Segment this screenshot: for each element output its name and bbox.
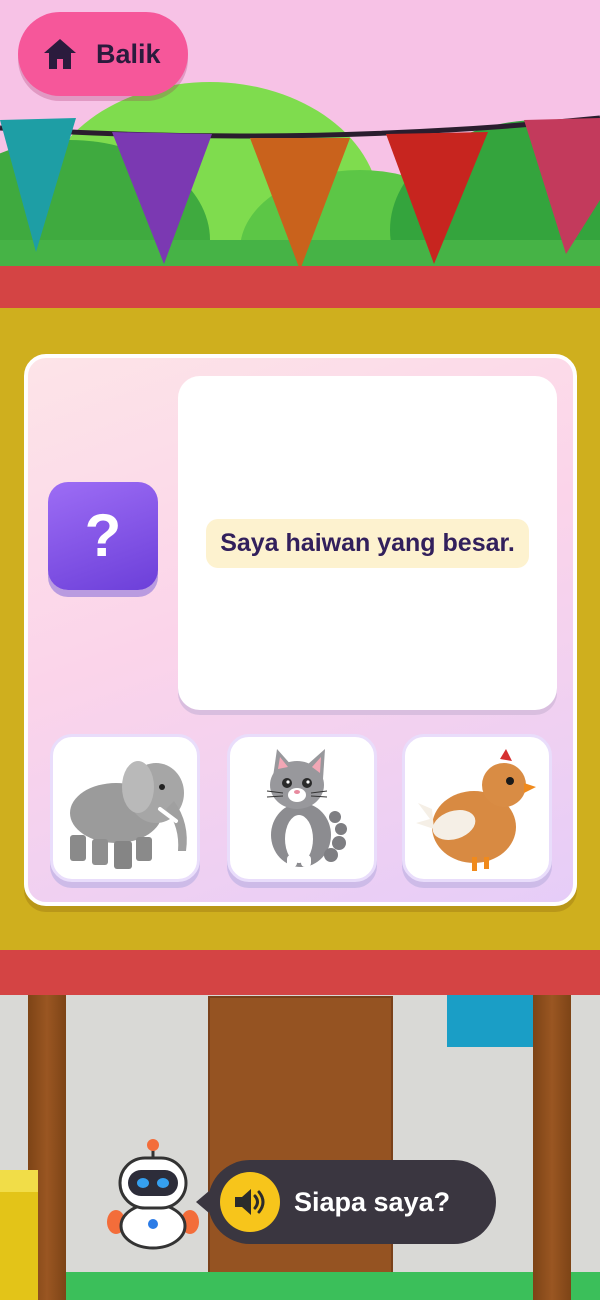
question-text: Saya haiwan yang besar. <box>206 518 529 568</box>
chicken-icon <box>416 749 536 871</box>
question-card: ? Saya haiwan yang besar. <box>24 354 577 906</box>
flag-orange <box>250 138 350 270</box>
prompt-text: Siapa saya? <box>294 1186 451 1217</box>
speaker-button[interactable] <box>220 1172 280 1232</box>
option-chicken[interactable] <box>402 734 552 882</box>
question-panel: Saya haiwan yang besar. <box>178 376 557 710</box>
prompt-bubble: Siapa saya? <box>196 1160 496 1244</box>
question-mark-icon: ? <box>84 502 122 569</box>
flag-teal <box>0 118 76 252</box>
flag-red <box>386 132 488 264</box>
back-button[interactable]: Balik <box>18 12 188 96</box>
back-button-label: Balik <box>96 38 161 69</box>
flag-crimson <box>524 118 600 254</box>
wooden-pole-right <box>533 950 571 1300</box>
grass-floor <box>0 1272 600 1300</box>
cat-icon <box>266 749 347 867</box>
roof-strip <box>0 266 600 308</box>
answer-options <box>50 734 554 882</box>
robot-mascot[interactable] <box>106 1138 200 1250</box>
question-mark-badge: ? <box>48 482 158 590</box>
home-icon <box>44 39 76 69</box>
option-cat[interactable] <box>227 734 377 882</box>
flag-purple <box>112 132 212 264</box>
option-elephant[interactable] <box>50 734 200 882</box>
elephant-icon <box>70 761 187 869</box>
lower-red-strip <box>0 950 600 995</box>
speaker-icon <box>235 1189 265 1215</box>
yellow-cube <box>0 1170 38 1300</box>
blue-block <box>447 995 537 1047</box>
